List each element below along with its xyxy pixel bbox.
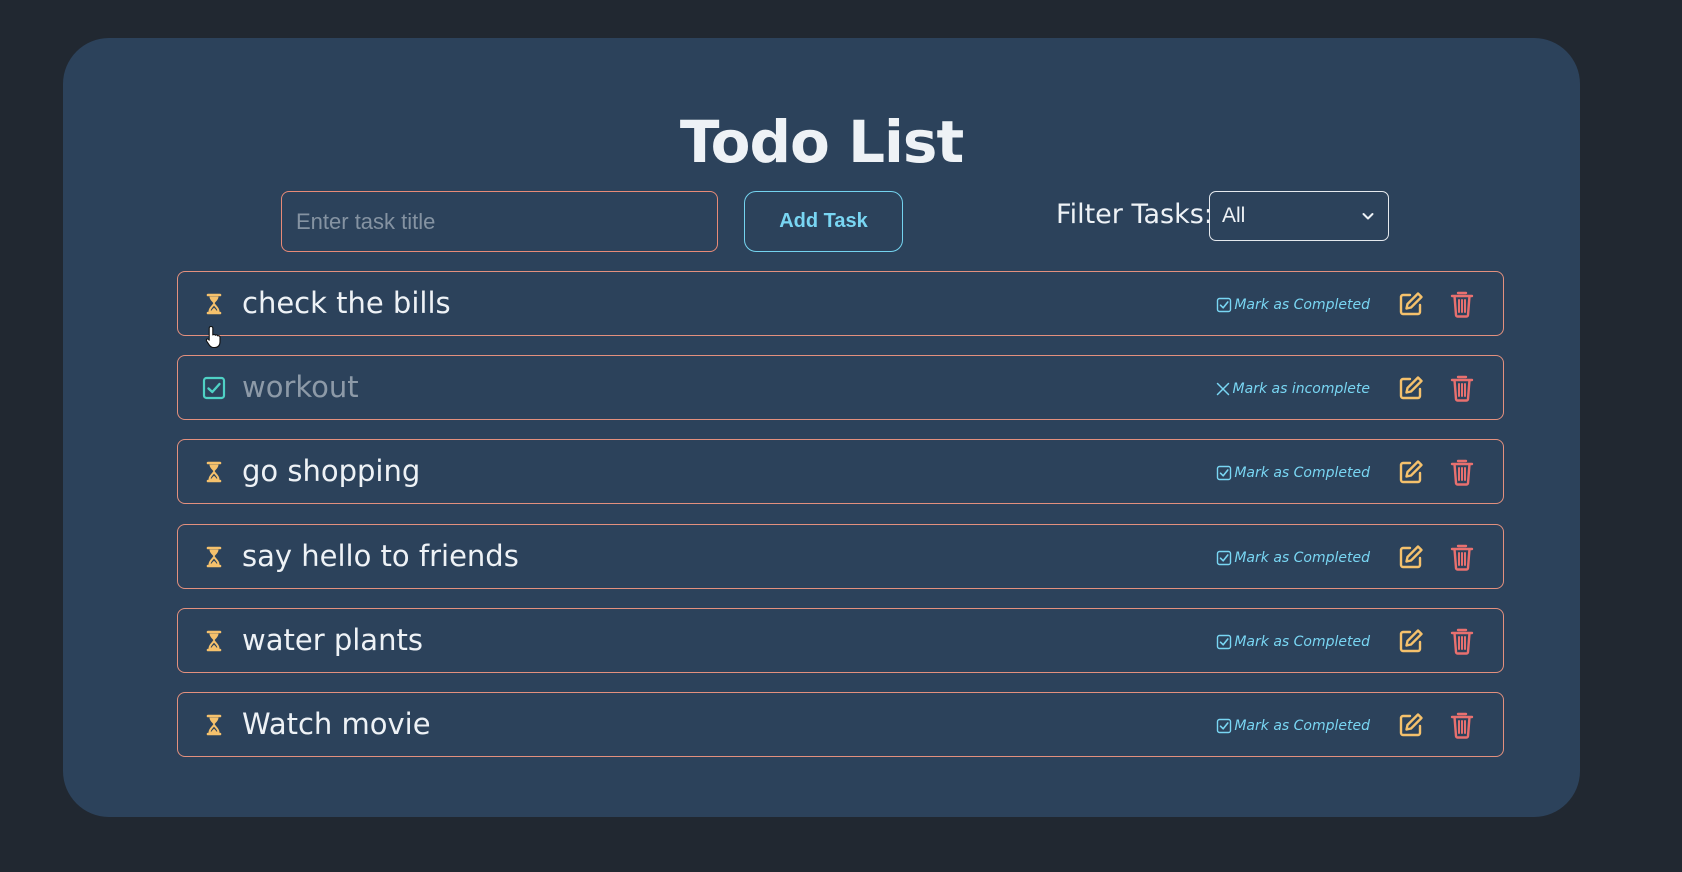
check-square-icon: [1217, 550, 1232, 566]
toggle-label: Mark as Completed: [1234, 550, 1370, 566]
task-title: Watch movie: [242, 707, 431, 741]
task-title-input[interactable]: [281, 191, 718, 252]
hourglass-icon[interactable]: [202, 292, 226, 316]
edit-icon[interactable]: [1398, 712, 1424, 738]
todo-card: Todo List Add Task Filter Tasks: All che…: [63, 38, 1580, 817]
check-square-icon: [1217, 465, 1232, 481]
toggle-label: Mark as incomplete: [1232, 381, 1370, 397]
task-title: check the bills: [242, 286, 451, 320]
task-row: check the bills Mark as Completed: [177, 271, 1504, 336]
check-square-icon: [1217, 297, 1232, 313]
trash-icon[interactable]: [1449, 543, 1475, 571]
edit-icon[interactable]: [1398, 459, 1424, 485]
check-square-icon: [1217, 634, 1232, 650]
edit-icon[interactable]: [1398, 291, 1424, 317]
chevron-down-icon: [1362, 213, 1374, 220]
filter-label: Filter Tasks:: [1056, 199, 1213, 230]
hourglass-icon[interactable]: [202, 545, 226, 569]
page-title: Todo List: [679, 108, 964, 176]
hourglass-icon[interactable]: [202, 629, 226, 653]
mark-completed-button[interactable]: Mark as Completed: [1216, 296, 1370, 314]
filter-selected-value: All: [1222, 204, 1246, 227]
trash-icon[interactable]: [1449, 290, 1475, 318]
toggle-label: Mark as Completed: [1234, 634, 1370, 650]
task-row: workout Mark as incomplete: [177, 355, 1504, 420]
x-icon: [1216, 382, 1229, 396]
task-row: go shopping Mark as Completed: [177, 439, 1504, 504]
filter-select[interactable]: All: [1209, 191, 1389, 241]
toggle-label: Mark as Completed: [1234, 465, 1370, 481]
task-row: water plants Mark as Completed: [177, 608, 1504, 673]
hourglass-icon[interactable]: [202, 460, 226, 484]
check-square-icon[interactable]: [202, 376, 226, 400]
mark-incomplete-button[interactable]: Mark as incomplete: [1215, 380, 1370, 398]
toggle-label: Mark as Completed: [1234, 718, 1370, 734]
trash-icon[interactable]: [1449, 374, 1475, 402]
task-row: say hello to friends Mark as Completed: [177, 524, 1504, 589]
trash-icon[interactable]: [1449, 627, 1475, 655]
edit-icon[interactable]: [1398, 375, 1424, 401]
edit-icon[interactable]: [1398, 544, 1424, 570]
task-title: workout: [242, 370, 359, 404]
add-task-button[interactable]: Add Task: [744, 191, 903, 252]
toggle-label: Mark as Completed: [1234, 297, 1370, 313]
hourglass-icon[interactable]: [202, 713, 226, 737]
mark-completed-button[interactable]: Mark as Completed: [1216, 633, 1370, 651]
mark-completed-button[interactable]: Mark as Completed: [1216, 717, 1370, 735]
task-title: say hello to friends: [242, 539, 519, 573]
task-title: go shopping: [242, 454, 421, 488]
check-square-icon: [1217, 718, 1232, 734]
mark-completed-button[interactable]: Mark as Completed: [1216, 549, 1370, 567]
trash-icon[interactable]: [1449, 711, 1475, 739]
mark-completed-button[interactable]: Mark as Completed: [1216, 464, 1370, 482]
task-title: water plants: [242, 623, 423, 657]
trash-icon[interactable]: [1449, 458, 1475, 486]
task-row: Watch movie Mark as Completed: [177, 692, 1504, 757]
edit-icon[interactable]: [1398, 628, 1424, 654]
